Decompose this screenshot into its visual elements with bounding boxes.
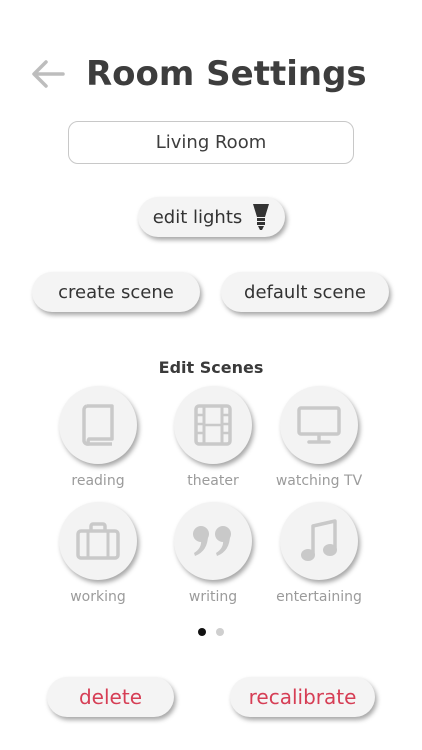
scene-writing[interactable]: writing: [158, 502, 268, 605]
film-icon: [194, 404, 232, 446]
scene-circle: [174, 502, 252, 580]
scene-label: working: [70, 589, 126, 605]
scene-entertaining[interactable]: entertaining: [264, 502, 374, 605]
scene-working[interactable]: working: [43, 502, 153, 605]
arrow-left-icon: [32, 60, 65, 88]
lightbulb-icon: [253, 204, 270, 230]
page-dot-active[interactable]: [198, 628, 206, 636]
quote-icon: [193, 526, 231, 556]
room-name-input[interactable]: [68, 121, 354, 164]
scene-circle: [59, 386, 137, 464]
default-scene-button[interactable]: default scene: [221, 272, 389, 312]
scene-label: reading: [71, 473, 125, 489]
scene-circle: [59, 502, 137, 580]
edit-lights-label: edit lights: [152, 206, 243, 228]
back-button[interactable]: [28, 56, 68, 92]
pagination-dots: [0, 628, 422, 636]
scene-circle: [174, 386, 252, 464]
scene-watching-tv[interactable]: watching TV: [264, 386, 374, 489]
scene-label: theater: [187, 473, 239, 489]
scene-theater[interactable]: theater: [158, 386, 268, 489]
briefcase-icon: [76, 522, 120, 560]
scene-label: entertaining: [276, 589, 362, 605]
scene-circle: [280, 386, 358, 464]
scene-label: watching TV: [275, 473, 363, 489]
monitor-icon: [297, 406, 341, 444]
music-note-icon: [301, 519, 337, 561]
scene-label: writing: [188, 589, 238, 605]
recalibrate-button[interactable]: recalibrate: [230, 677, 375, 717]
delete-button[interactable]: delete: [47, 677, 174, 717]
page-dot[interactable]: [216, 628, 224, 636]
create-scene-button[interactable]: create scene: [32, 272, 200, 312]
scene-circle: [280, 502, 358, 580]
edit-lights-button[interactable]: edit lights: [138, 197, 285, 237]
page-title: Room Settings: [86, 54, 367, 94]
scene-reading[interactable]: reading: [43, 386, 153, 489]
book-icon: [82, 404, 114, 446]
edit-scenes-title: Edit Scenes: [158, 358, 264, 377]
